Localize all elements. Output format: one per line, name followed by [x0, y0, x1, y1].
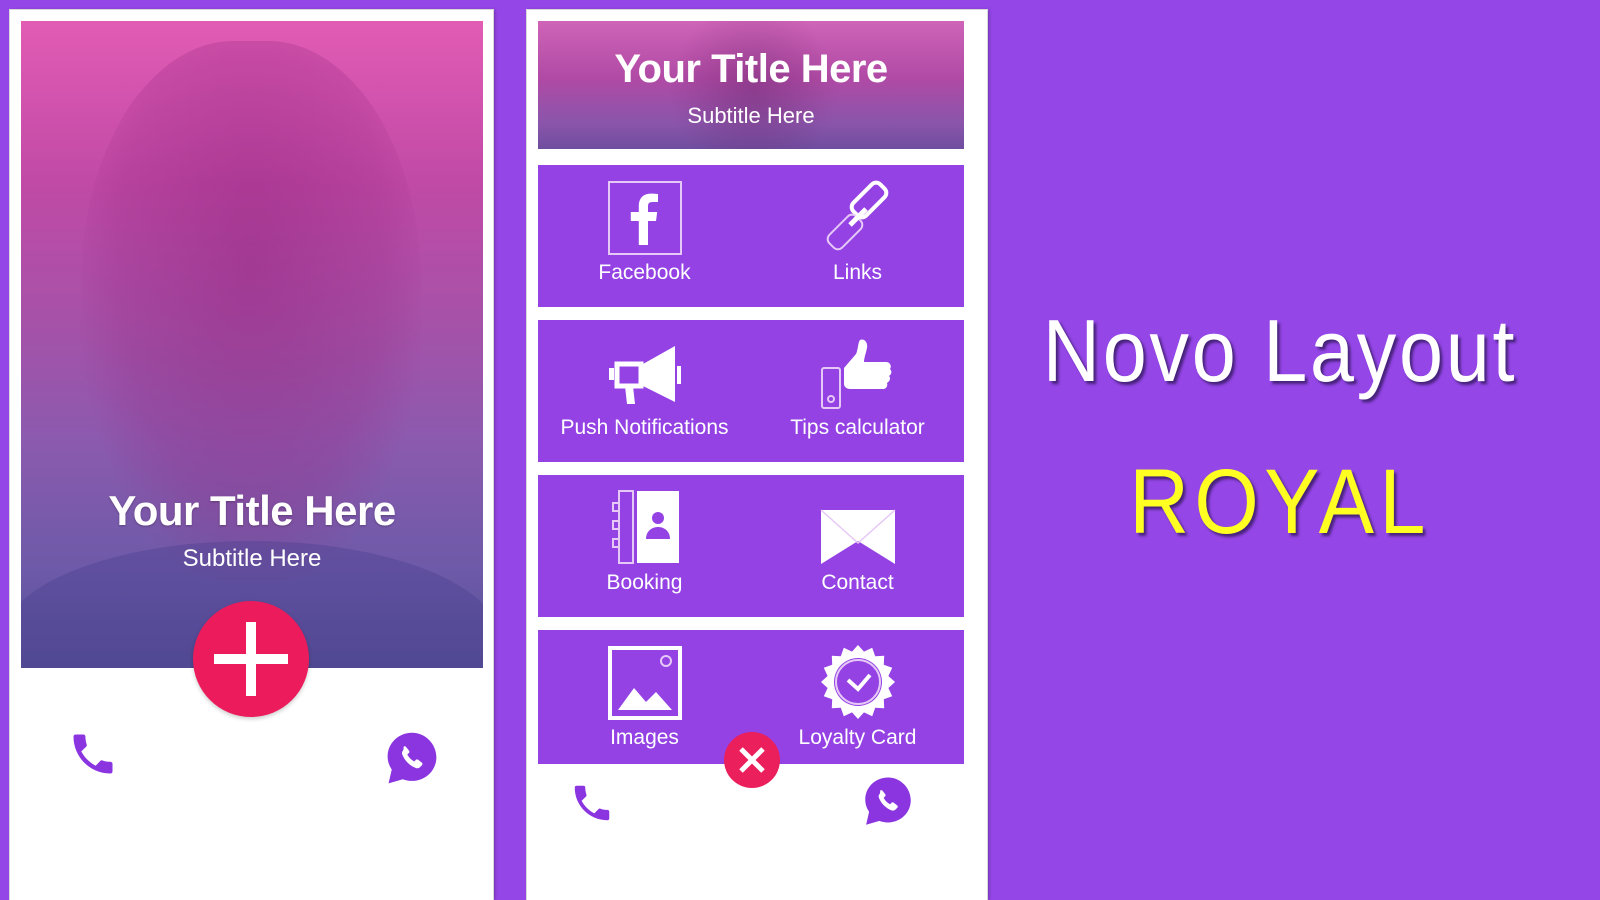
tile-loyalty-card[interactable]: Loyalty Card	[751, 630, 964, 764]
header-subtitle: Subtitle Here	[687, 103, 815, 128]
header-banner: Your Title Here Subtitle Here	[538, 21, 964, 149]
promo-layout-name: ROYAL	[1129, 451, 1431, 553]
tile-booking[interactable]: Booking	[538, 475, 751, 617]
tile-push-notifications[interactable]: Push Notifications	[538, 320, 751, 462]
tile-tips-calculator[interactable]: Tips calculator	[751, 320, 964, 462]
close-icon	[739, 747, 765, 773]
image-icon	[607, 646, 682, 720]
thumbs-up-icon	[820, 339, 891, 409]
tile-row: Booking Contact	[538, 475, 964, 617]
phone-mockup-grid-layout: Your Title Here Subtitle Here Facebook L…	[527, 10, 987, 900]
tile-label: Loyalty Card	[798, 726, 917, 749]
tile-label: Facebook	[598, 261, 691, 284]
tile-label: Links	[832, 261, 883, 284]
phone-icon[interactable]	[569, 780, 615, 826]
address-book-icon	[611, 490, 679, 564]
cover-hero-image: Your Title Here Subtitle Here	[21, 21, 483, 668]
tile-label: Images	[610, 726, 679, 749]
tile-label: Push Notifications	[560, 416, 729, 439]
envelope-icon	[820, 509, 895, 564]
tile-contact[interactable]: Contact	[751, 475, 964, 617]
plus-icon-vertical	[246, 622, 256, 696]
add-button[interactable]	[193, 601, 309, 717]
link-icon	[826, 180, 888, 251]
header-title: Your Title Here	[614, 47, 888, 91]
tile-label: Booking	[606, 571, 683, 594]
badge-check-icon	[820, 645, 895, 719]
megaphone-icon	[608, 346, 681, 404]
phone-mockup-cover-layout: Your Title Here Subtitle Here	[10, 10, 493, 900]
phone-icon[interactable]	[67, 728, 119, 780]
tile-links[interactable]: Links	[751, 165, 964, 307]
close-button[interactable]	[724, 732, 780, 788]
tile-label: Tips calculator	[790, 416, 925, 439]
cover-subtitle: Subtitle Here	[182, 545, 322, 572]
tile-label: Contact	[821, 571, 894, 594]
tile-facebook[interactable]: Facebook	[538, 165, 751, 307]
facebook-icon	[607, 181, 682, 255]
tile-images[interactable]: Images	[538, 630, 751, 764]
whatsapp-icon[interactable]	[860, 774, 916, 830]
cover-title: Your Title Here	[108, 487, 396, 534]
tile-row: Push Notifications Tips calculator	[538, 320, 964, 462]
promo-heading: Novo Layout	[1042, 301, 1518, 400]
tile-row: Facebook Links	[538, 165, 964, 307]
whatsapp-icon[interactable]	[382, 728, 442, 790]
